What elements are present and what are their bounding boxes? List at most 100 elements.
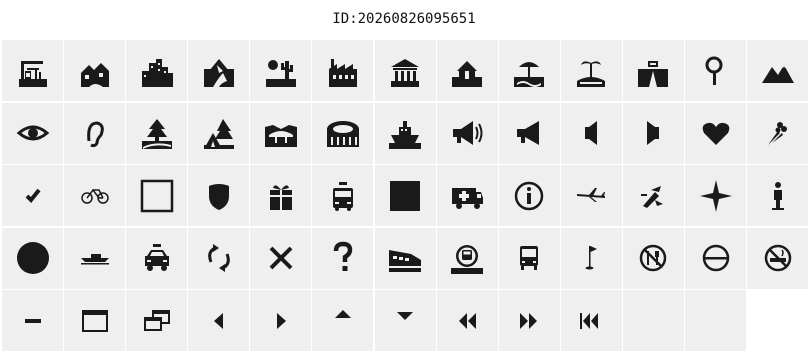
grid-cell[interactable] [560, 40, 622, 101]
grid-cell[interactable] [374, 40, 436, 101]
grid-cell[interactable] [312, 102, 374, 164]
icon-grid [2, 40, 808, 352]
speaker-right-icon [571, 113, 611, 153]
grid-cell[interactable] [747, 165, 808, 226]
tent-camping-icon [199, 113, 239, 153]
grid-cell[interactable] [126, 227, 188, 289]
grid-cell[interactable] [250, 40, 312, 101]
grid-cell[interactable] [498, 102, 560, 164]
grid-cell[interactable] [2, 102, 63, 164]
grid-cell[interactable] [560, 290, 622, 351]
magnifier-icon [696, 51, 736, 91]
grid-cell[interactable] [747, 102, 808, 164]
grid-cell[interactable] [64, 227, 126, 289]
grid-cell[interactable] [250, 227, 312, 289]
empty-square-icon [137, 176, 177, 216]
grid-cell[interactable] [312, 290, 374, 351]
grid-cell[interactable] [126, 102, 188, 164]
grid-cell[interactable] [685, 102, 747, 164]
grid-cell[interactable] [436, 102, 498, 164]
grid-cell[interactable] [560, 102, 622, 164]
grid-cell[interactable] [2, 290, 63, 351]
grid-cell[interactable] [498, 227, 560, 289]
grid-cell[interactable] [188, 290, 250, 351]
grid-cell[interactable] [498, 40, 560, 101]
mountains-icon [758, 51, 798, 91]
id-header: ID:20260826095651 [332, 11, 476, 27]
grid-cell[interactable] [250, 165, 312, 226]
grid-cell[interactable] [747, 227, 808, 289]
grid-cell[interactable] [622, 227, 684, 289]
stadium-icon [323, 113, 363, 153]
grid-cell[interactable] [250, 290, 312, 351]
grid-cell[interactable] [126, 290, 188, 351]
information-icon [509, 176, 549, 216]
compass-star-icon [696, 176, 736, 216]
megaphone-loud-icon [447, 113, 487, 153]
grid-cell[interactable] [312, 227, 374, 289]
skip-back-icon [571, 301, 611, 341]
heart-icon [696, 113, 736, 153]
grid-cell[interactable] [436, 165, 498, 226]
grid-cell[interactable] [126, 40, 188, 101]
no-entry-icon [696, 238, 736, 278]
grid-cell[interactable] [188, 165, 250, 226]
grid-cell[interactable] [498, 290, 560, 351]
megaphone-icon [509, 113, 549, 153]
grid-cell[interactable] [436, 40, 498, 101]
bicycle-icon [75, 176, 115, 216]
grid-cell[interactable] [374, 165, 436, 226]
broken-plane-icon [633, 176, 673, 216]
grid-cell[interactable] [374, 227, 436, 289]
ship-scene-icon [385, 113, 425, 153]
grid-cell[interactable] [498, 165, 560, 226]
grid-cell[interactable] [2, 227, 63, 289]
grid-cell[interactable] [374, 102, 436, 164]
grid-cell[interactable] [64, 40, 126, 101]
grid-cell[interactable] [747, 40, 808, 101]
grid-cell[interactable] [560, 227, 622, 289]
grid-cell[interactable] [374, 290, 436, 351]
rewind-icon [447, 301, 487, 341]
man-standing-icon [758, 176, 798, 216]
bank-building-icon [385, 51, 425, 91]
grid-cell[interactable] [622, 165, 684, 226]
grid-cell[interactable] [64, 102, 126, 164]
island-palm-icon [571, 51, 611, 91]
check-mark-icon [13, 176, 53, 216]
grid-cell[interactable] [64, 165, 126, 226]
question-mark-icon [323, 238, 363, 278]
fire-truck-icon [323, 176, 363, 216]
grid-cell[interactable] [2, 40, 63, 101]
grid-cell[interactable] [312, 40, 374, 101]
empty-cell [622, 290, 684, 351]
grid-cell[interactable] [685, 40, 747, 101]
triangle-down-icon [385, 301, 425, 341]
train-scene-icon [385, 238, 425, 278]
refresh-arrows-icon [199, 238, 239, 278]
grid-cell[interactable] [64, 290, 126, 351]
close-x-icon [261, 238, 301, 278]
grid-cell[interactable] [622, 102, 684, 164]
grid-cell[interactable] [188, 227, 250, 289]
house-scene-icon [447, 51, 487, 91]
police-car-icon [137, 238, 177, 278]
grid-cell[interactable] [188, 102, 250, 164]
ear-icon [75, 113, 115, 153]
grid-cell[interactable] [312, 165, 374, 226]
grid-cell[interactable] [560, 165, 622, 226]
grid-cell[interactable] [622, 40, 684, 101]
grid-cell[interactable] [250, 102, 312, 164]
window-icon [75, 301, 115, 341]
grid-cell[interactable] [685, 227, 747, 289]
shield-icon [199, 176, 239, 216]
grid-cell[interactable] [188, 40, 250, 101]
grid-cell[interactable] [436, 290, 498, 351]
filled-square-icon [385, 176, 425, 216]
grid-cell[interactable] [126, 165, 188, 226]
city-skyline-icon [137, 51, 177, 91]
grid-cell[interactable] [2, 165, 63, 226]
grid-cell[interactable] [685, 165, 747, 226]
grid-cell[interactable] [436, 227, 498, 289]
fast-forward-icon [509, 301, 549, 341]
